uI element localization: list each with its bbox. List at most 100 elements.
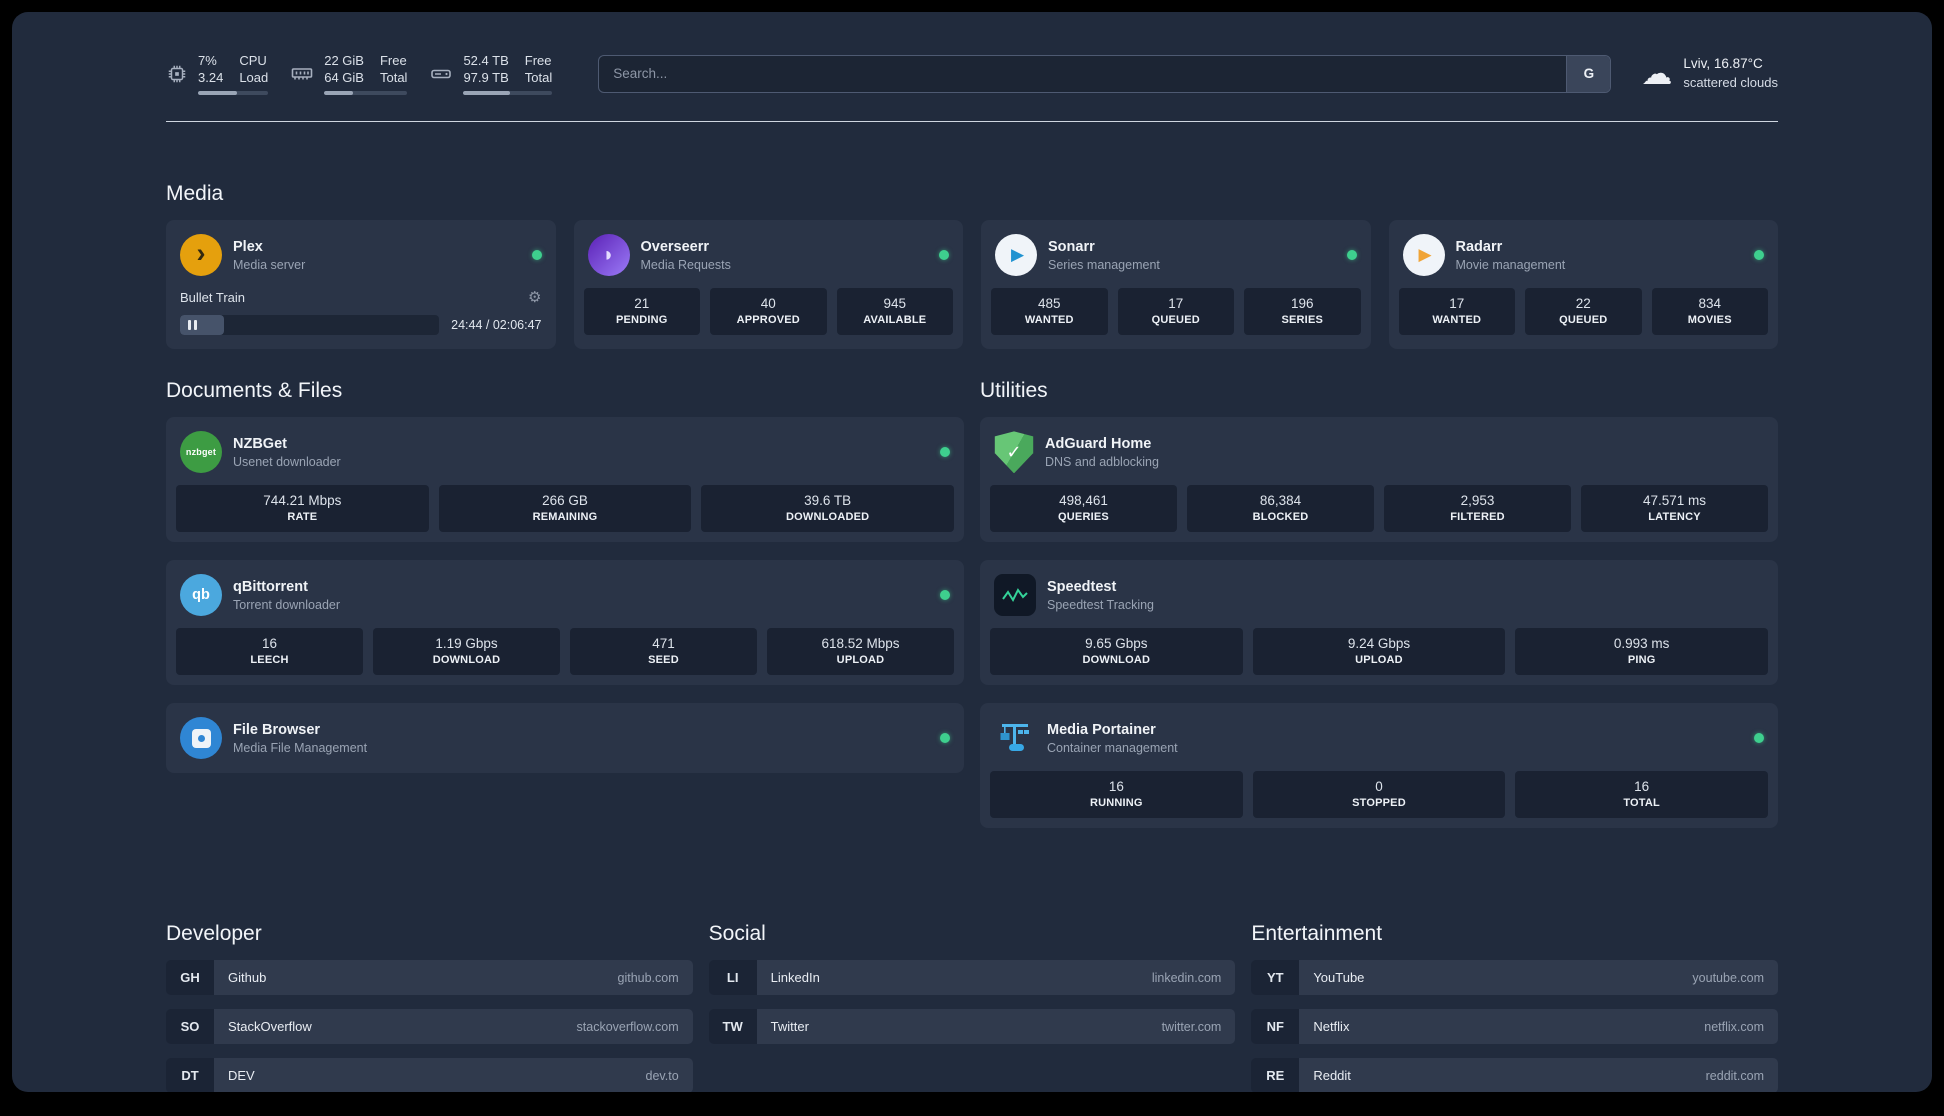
bookmark-linkedin[interactable]: LI LinkedIn linkedin.com: [708, 960, 1236, 996]
bookmark-reddit[interactable]: RE Reddit reddit.com: [1251, 1058, 1778, 1092]
service-card-portainer[interactable]: Media Portainer Container management 16 R…: [980, 703, 1778, 829]
stat-wanted: 17 WANTED: [1398, 288, 1515, 336]
stat-download: 9.65 Gbps DOWNLOAD: [990, 628, 1243, 676]
service-name: File Browser: [233, 721, 321, 738]
stat-wanted: 485 WANTED: [991, 288, 1108, 336]
service-subtitle: DNS and adblocking: [1045, 454, 1159, 469]
service-name: Plex: [233, 238, 263, 255]
sonarr-icon: ▶: [995, 234, 1037, 277]
memory-progress-bar: [324, 91, 408, 96]
filebrowser-icon: [180, 717, 222, 760]
service-name: Radarr: [1455, 238, 1503, 255]
pause-icon[interactable]: [188, 320, 197, 331]
section-utilities: Utilities ✓ AdGuard Home DNS and adblock…: [980, 379, 1778, 846]
cpu-percent: 7%: [198, 53, 217, 68]
search-provider-button[interactable]: G: [1566, 55, 1611, 92]
stat-running: 16 RUNNING: [990, 771, 1243, 819]
qbittorrent-icon: qb: [180, 574, 222, 617]
service-subtitle: Media File Management: [233, 740, 368, 755]
disk-progress-bar: [463, 91, 553, 96]
bookmark-url: linkedin.com: [1151, 970, 1222, 985]
stat-queries: 498,461 QUERIES: [990, 485, 1177, 533]
service-card-nzbget[interactable]: nzbget NZBGet Usenet downloader 744.21 M…: [166, 417, 964, 543]
cpu-load-value: 3.24: [198, 70, 224, 86]
bookmark-name: Reddit: [1313, 1068, 1351, 1084]
bookmark-name: DEV: [228, 1068, 255, 1084]
service-name: NZBGet: [233, 435, 287, 452]
bookmark-name: LinkedIn: [770, 970, 820, 986]
bookmark-github[interactable]: GH Github github.com: [166, 960, 693, 996]
stat-series: 196 SERIES: [1244, 288, 1361, 336]
memory-total-value: 64 GiB: [324, 70, 364, 86]
disk-total-value: 97.9 TB: [463, 70, 509, 86]
stat-queued: 17 QUEUED: [1117, 288, 1234, 336]
service-card-filebrowser[interactable]: File Browser Media File Management: [166, 703, 964, 774]
service-card-qbittorrent[interactable]: qb qBittorrent Torrent downloader 16 LEEC…: [166, 560, 964, 686]
bookmark-url: youtube.com: [1692, 970, 1764, 985]
playback-progress-bar[interactable]: [180, 315, 440, 336]
section-title-documents: Documents & Files: [166, 379, 343, 403]
portainer-icon: [994, 717, 1036, 759]
service-card-speedtest[interactable]: Speedtest Speedtest Tracking 9.65 Gbps DO…: [980, 560, 1778, 686]
service-card-radarr[interactable]: ▶ Radarr Movie management 17 WANTED 22 QUE…: [1388, 220, 1778, 350]
bookmark-stackoverflow[interactable]: SO StackOverflow stackoverflow.com: [166, 1009, 693, 1045]
bookmark-netflix[interactable]: NF Netflix netflix.com: [1251, 1009, 1778, 1045]
service-card-overseerr[interactable]: ◗ Overseerr Media Requests 21 PENDING 40 A…: [573, 220, 963, 350]
status-dot: [1754, 733, 1764, 744]
header-divider: [166, 121, 1778, 123]
service-card-plex[interactable]: › Plex Media server Bullet Train ⚙ 24:44…: [166, 220, 556, 350]
stat-approved: 40 APPROVED: [710, 288, 827, 336]
gear-icon[interactable]: ⚙: [528, 288, 541, 306]
bookmark-url: github.com: [617, 970, 679, 985]
stat-movies: 834 MOVIES: [1651, 288, 1768, 336]
service-card-sonarr[interactable]: ▶ Sonarr Series management 485 WANTED 17 Q…: [981, 220, 1371, 350]
service-subtitle: Torrent downloader: [233, 597, 341, 612]
disk-free-label: Free: [524, 53, 552, 68]
bookmark-youtube[interactable]: YT YouTube youtube.com: [1251, 960, 1778, 996]
plex-icon: ›: [180, 234, 222, 277]
cpu-icon: [166, 63, 188, 85]
disk-icon: [429, 62, 453, 86]
status-dot: [531, 250, 542, 261]
bookmark-url: reddit.com: [1705, 1068, 1764, 1083]
cpu-progress-bar: [198, 91, 269, 96]
section-title-utilities: Utilities: [980, 379, 1048, 403]
search-input[interactable]: [599, 55, 1567, 92]
bookmark-group-developer: Developer GH Github github.com SO StackOv…: [166, 922, 693, 1092]
bookmark-twitter[interactable]: TW Twitter twitter.com: [708, 1009, 1236, 1045]
stat-rate: 744.21 Mbps RATE: [176, 485, 429, 533]
stat-blocked: 86,384 BLOCKED: [1187, 485, 1374, 533]
bookmark-dev[interactable]: DT DEV dev.to: [166, 1058, 693, 1092]
adguard-icon: ✓: [994, 431, 1034, 474]
service-subtitle: Media server: [233, 257, 306, 272]
disk-widget: 52.4 TB 97.9 TB Free Total: [429, 52, 553, 96]
overseerr-icon: ◗: [587, 234, 630, 277]
memory-free-value: 22 GiB: [324, 53, 364, 68]
top-bar: 7% 3.24 CPU Load 22 GiB 64 GiB Free Tota…: [166, 52, 1778, 96]
disk-total-label: Total: [524, 70, 553, 86]
weather-widget: ☁ Lviv, 16.87°C scattered clouds: [1641, 54, 1778, 92]
section-title-entertainment: Entertainment: [1251, 922, 1383, 946]
bookmark-name: YouTube: [1313, 970, 1365, 986]
stat-latency: 47.571 ms LATENCY: [1581, 485, 1768, 533]
stat-upload: 9.24 Gbps UPLOAD: [1252, 628, 1506, 676]
bookmark-url: stackoverflow.com: [576, 1019, 679, 1034]
bookmark-url: dev.to: [645, 1068, 679, 1083]
stat-queued: 22 QUEUED: [1525, 288, 1642, 336]
status-dot: [940, 447, 950, 458]
status-dot: [940, 733, 950, 744]
section-documents: Documents & Files nzbget NZBGet Usenet d…: [166, 379, 964, 791]
status-dot: [939, 250, 949, 261]
service-card-adguard[interactable]: ✓ AdGuard Home DNS and adblocking 498,46…: [980, 417, 1778, 543]
now-playing-title: Bullet Train: [180, 289, 246, 305]
weather-condition: scattered clouds: [1683, 75, 1778, 91]
stat-remaining: 266 GB REMAINING: [438, 485, 692, 533]
status-dot: [940, 590, 950, 601]
search-bar: G: [598, 54, 1612, 93]
service-subtitle: Usenet downloader: [233, 454, 341, 469]
cpu-widget: 7% 3.24 CPU Load: [166, 52, 269, 96]
bookmark-group-social: Social LI LinkedIn linkedin.com TW Twitte…: [708, 922, 1236, 1058]
bookmark-url: twitter.com: [1161, 1019, 1222, 1034]
playback-time: 24:44 / 02:06:47: [451, 318, 542, 333]
bookmark-group-entertainment: Entertainment YT YouTube youtube.com NF N…: [1251, 922, 1778, 1092]
